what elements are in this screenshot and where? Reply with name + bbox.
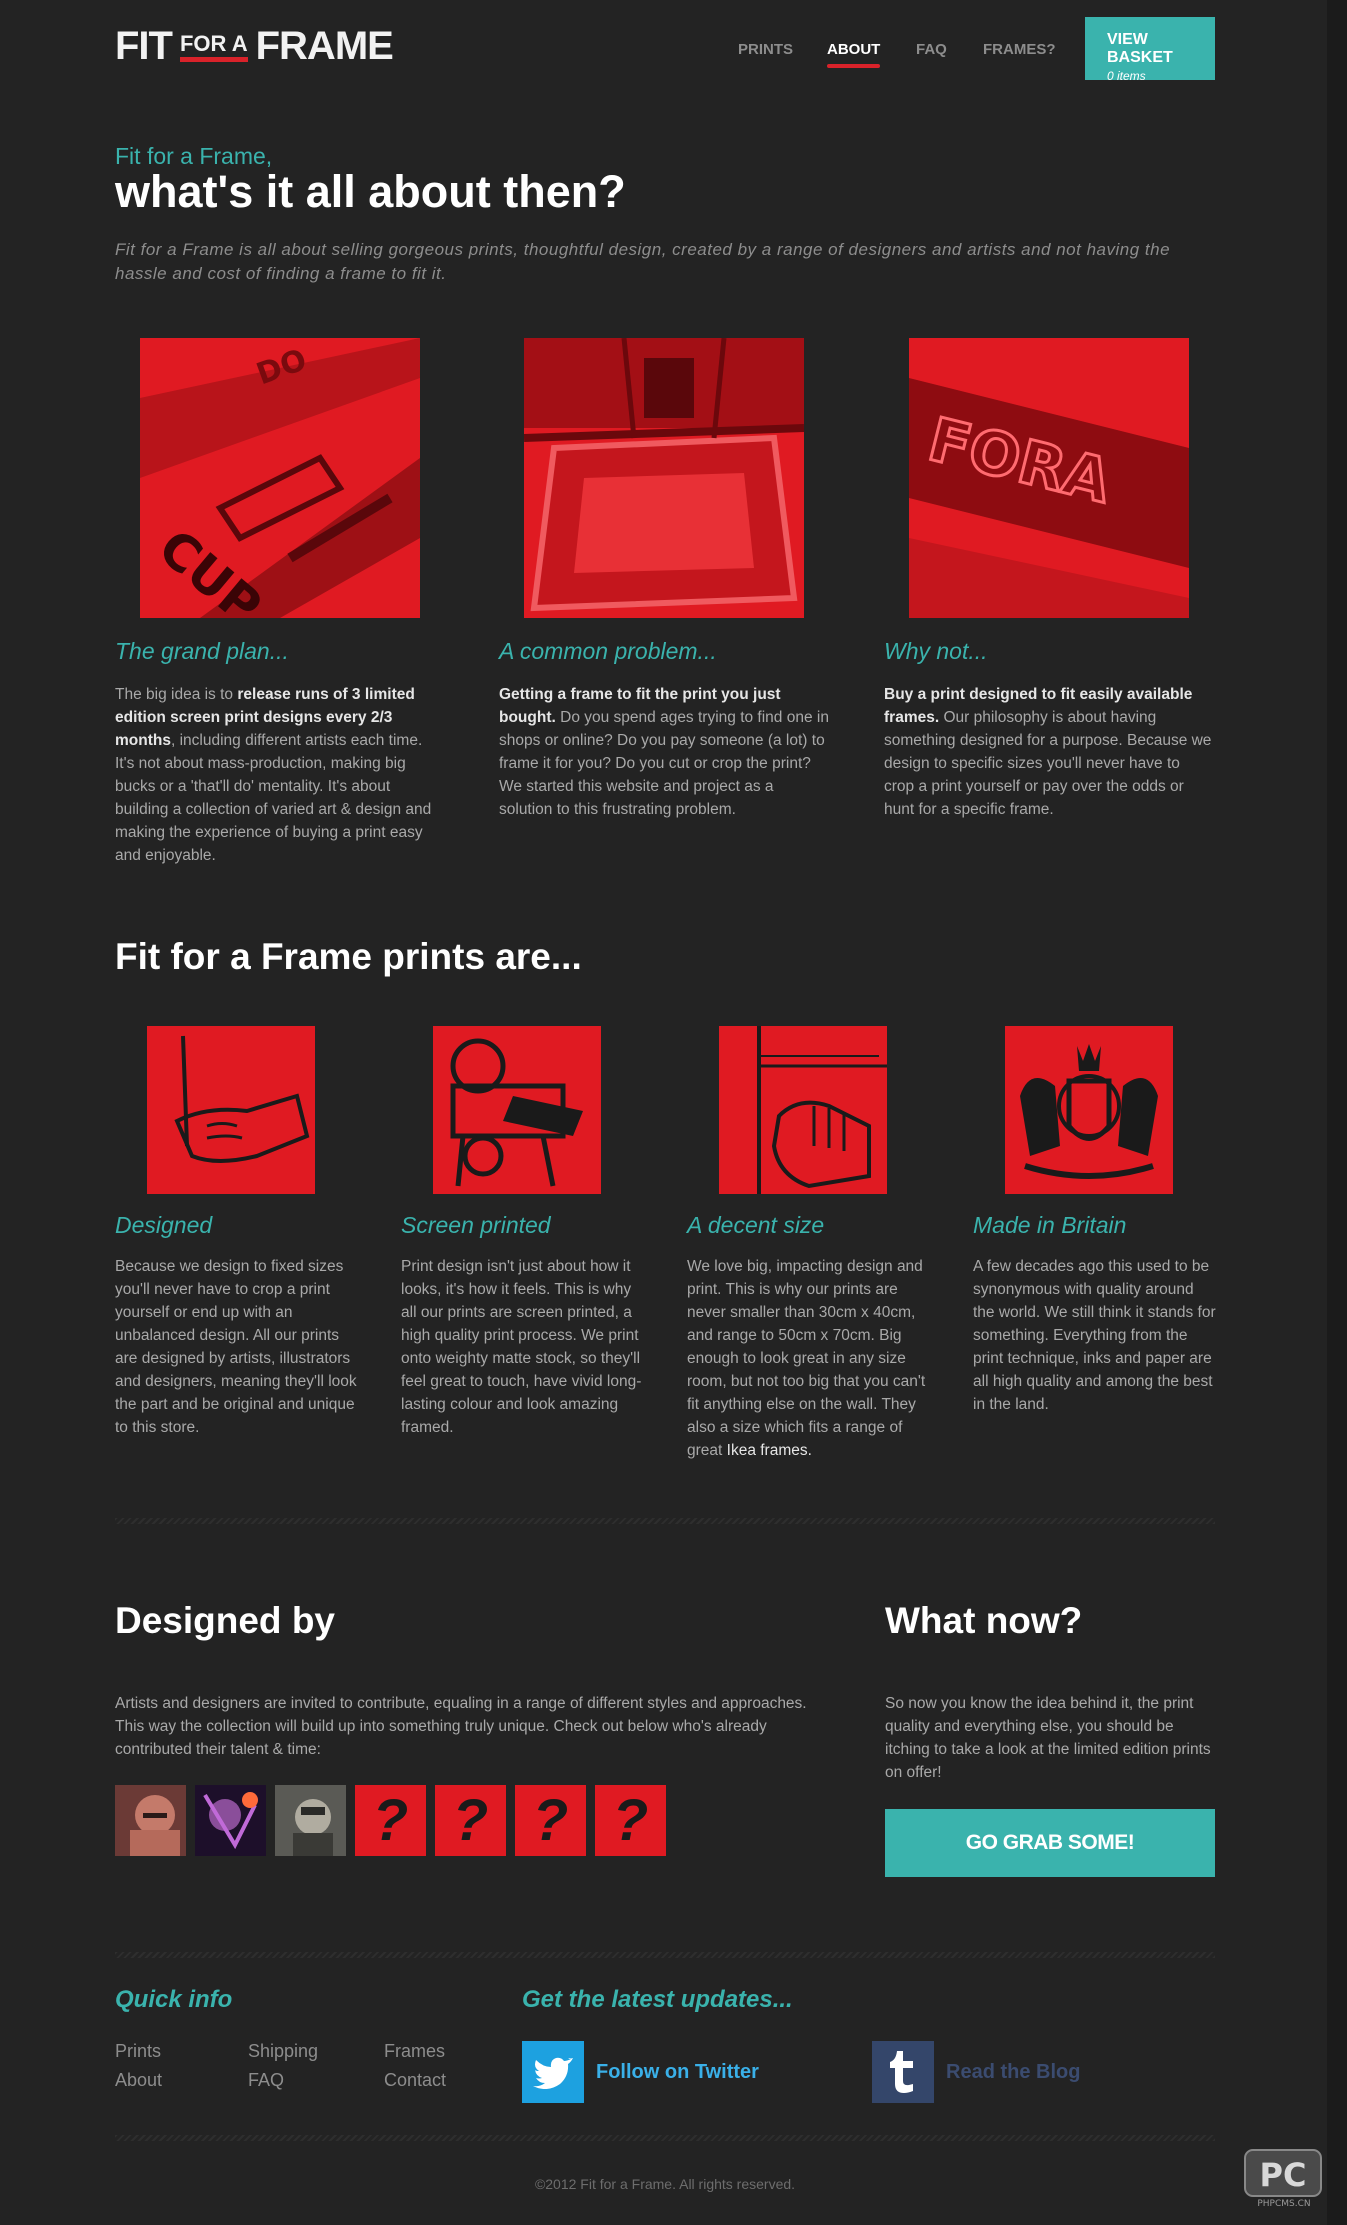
view-basket-button[interactable]: VIEW BASKET 0 items (1085, 17, 1215, 83)
feature-screen-printed: Screen printed Print design isn't just a… (401, 1026, 646, 1439)
designer-placeholder[interactable]: ? (435, 1785, 506, 1856)
logo-word-fit: FIT (115, 24, 173, 68)
what-now-heading: What now? (885, 1600, 1083, 1641)
footer-link-prints[interactable]: Prints (115, 2041, 161, 2062)
logo-word-frame: FRAME (255, 24, 394, 68)
nav-faq[interactable]: FAQ (916, 41, 947, 58)
grand-plan-text-post: , including different artists each time.… (115, 732, 432, 864)
blog-label: Read the Blog (946, 2060, 1081, 2083)
printed-letters-photo: FORA (909, 338, 1189, 618)
designed-by-text: Artists and designers are invited to con… (115, 1695, 807, 1758)
ikea-frames-link[interactable]: Ikea frames. (727, 1442, 812, 1459)
twitter-link[interactable]: Follow on Twitter (522, 2041, 759, 2103)
feature-designed: Designed Because we design to fixed size… (115, 1026, 360, 1439)
designer-avatars: ? ? ? ? (115, 1785, 666, 1856)
footer-link-contact[interactable]: Contact (384, 2070, 446, 2091)
nav-prints[interactable]: PRINTS (738, 41, 793, 58)
go-grab-some-button[interactable]: GO GRAB SOME! (885, 1809, 1215, 1877)
copyright-text: ©2012 Fit for a Frame. All rights reserv… (534, 2176, 796, 2192)
grand-plan-heading: The grand plan... (115, 638, 289, 664)
coat-of-arms-icon (1005, 1026, 1173, 1194)
common-problem-heading: A common problem... (499, 638, 717, 664)
decent-size-text: We love big, impacting design and print.… (687, 1255, 932, 1462)
phpcms-watermark: PC PHPCMS.CN (1241, 2148, 1327, 2209)
side-strip (1327, 0, 1347, 2225)
designed-text-body: Because we design to fixed sizes you'll … (115, 1258, 357, 1436)
screen-printed-heading: Screen printed (401, 1212, 551, 1238)
footer-link-about[interactable]: About (115, 2070, 162, 2091)
twitter-label: Follow on Twitter (596, 2060, 759, 2083)
grand-plan-text-pre: The big idea is to (115, 686, 238, 703)
page-title: what's it all about then? (115, 166, 626, 217)
made-in-britain-text: A few decades ago this used to be synony… (973, 1255, 1218, 1416)
designed-heading: Designed (115, 1212, 213, 1238)
what-now-text: So now you know the idea behind it, the … (885, 1695, 1211, 1781)
feature-decent-size: A decent size We love big, impacting des… (687, 1026, 932, 1462)
made-in-britain-text-body: A few decades ago this used to be synony… (973, 1258, 1216, 1413)
twitter-icon (522, 2041, 584, 2103)
nav-frames[interactable]: FRAMES? (983, 41, 1056, 58)
watermark-big-text: PC (1260, 2156, 1307, 2194)
intro-text: Fit for a Frame is all about selling gor… (115, 240, 1171, 283)
why-not-heading: Why not... (884, 638, 988, 664)
prints-heading: Fit for a Frame prints are... (115, 936, 582, 977)
basket-count: 0 items (1107, 69, 1146, 83)
designer-placeholder[interactable]: ? (595, 1785, 666, 1856)
site-logo[interactable]: FIT FOR A FRAME (115, 24, 394, 68)
printing-press-icon (433, 1026, 601, 1194)
grand-plan-text: The big idea is to release runs of 3 lim… (115, 683, 445, 867)
section-divider (115, 2135, 1215, 2141)
screen-press-photo (524, 338, 804, 618)
column-grand-plan: DO CUP The grand plan... The big idea is… (115, 338, 445, 867)
logo-for-a-text: FOR A (179, 31, 248, 56)
decent-size-text-body: We love big, impacting design and print.… (687, 1258, 926, 1459)
designer-avatar[interactable] (275, 1785, 346, 1856)
section-divider (115, 1952, 1215, 1958)
section-divider (115, 1518, 1215, 1524)
quick-info-heading: Quick info (115, 1986, 233, 2013)
basket-title: VIEW BASKET (1107, 31, 1173, 66)
designer-placeholder[interactable]: ? (355, 1785, 426, 1856)
watermark-small-text: PHPCMS.CN (1257, 2199, 1310, 2208)
page: FIT FOR A FRAME PRINTS ABOUT FAQ FRAMES?… (0, 0, 1347, 2225)
footer-link-frames[interactable]: Frames (384, 2041, 445, 2062)
logo-word-for-a: FOR A (179, 31, 248, 66)
screen-printed-text-body: Print design isn't just about how it loo… (401, 1258, 642, 1436)
made-in-britain-heading: Made in Britain (973, 1212, 1127, 1238)
column-why-not: FORA Why not... Buy a print designed to … (884, 338, 1214, 821)
tumblr-icon (872, 2041, 934, 2103)
designer-placeholder[interactable]: ? (515, 1785, 586, 1856)
screen-printed-text: Print design isn't just about how it loo… (401, 1255, 646, 1439)
stencil-photo: DO CUP (140, 338, 420, 618)
column-common-problem: A common problem... Getting a frame to f… (499, 338, 829, 821)
designed-by-heading: Designed by (115, 1600, 335, 1641)
updates-heading: Get the latest updates... (522, 1986, 793, 2013)
common-problem-text: Getting a frame to fit the print you jus… (499, 683, 829, 821)
footer-link-shipping[interactable]: Shipping (248, 2041, 318, 2062)
designed-text: Because we design to fixed sizes you'll … (115, 1255, 360, 1439)
measuring-hand-icon (719, 1026, 887, 1194)
designer-avatar[interactable] (115, 1785, 186, 1856)
nav-about[interactable]: ABOUT (827, 41, 881, 68)
drawing-hand-icon (147, 1026, 315, 1194)
decent-size-heading: A decent size (687, 1212, 825, 1238)
footer-link-faq[interactable]: FAQ (248, 2070, 284, 2091)
feature-made-in-britain: Made in Britain A few decades ago this u… (973, 1026, 1218, 1416)
logo-underline (179, 57, 248, 62)
why-not-text: Buy a print designed to fit easily avail… (884, 683, 1214, 821)
designer-avatar[interactable] (195, 1785, 266, 1856)
blog-link[interactable]: Read the Blog (872, 2041, 1080, 2103)
